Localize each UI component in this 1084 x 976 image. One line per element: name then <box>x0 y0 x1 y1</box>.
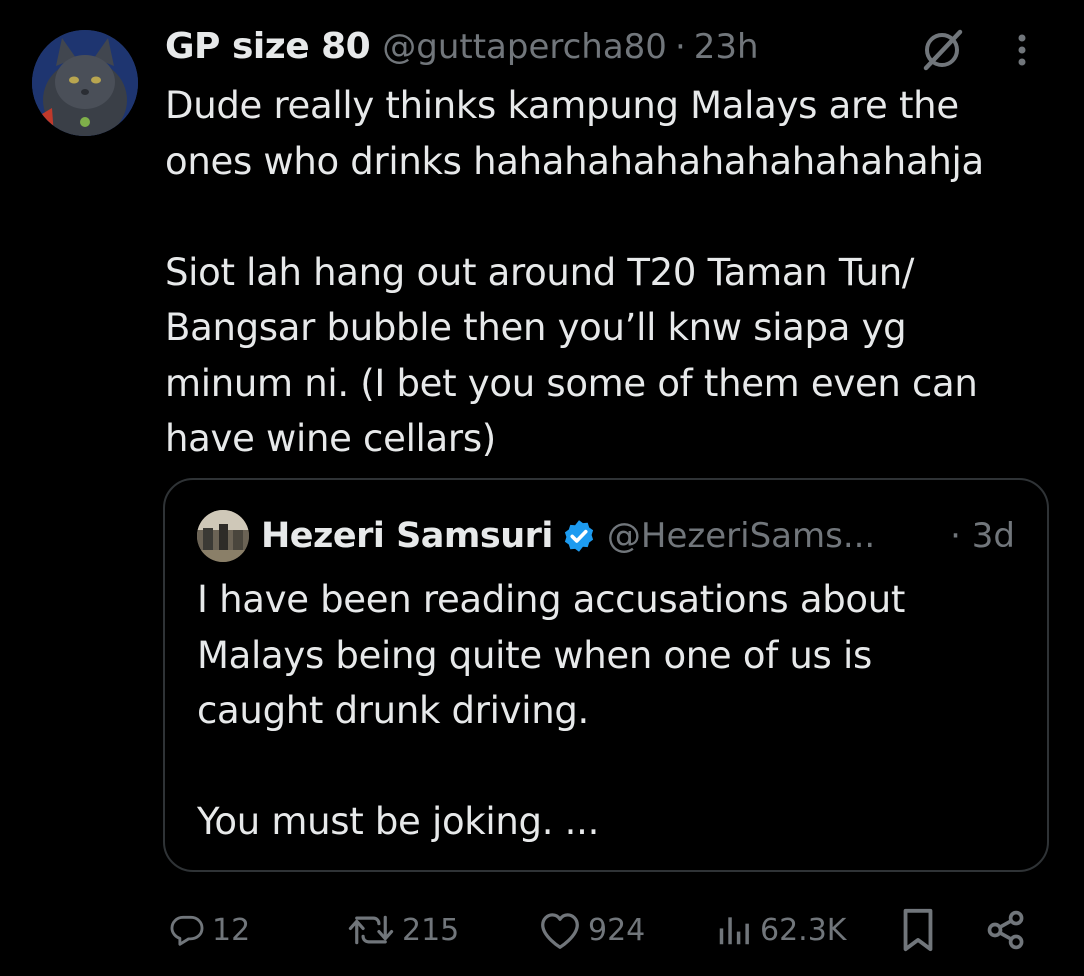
share-button[interactable] <box>984 900 1028 960</box>
views-chart-icon <box>719 917 749 945</box>
quoted-post-timestamp[interactable]: · 3d <box>950 510 1015 562</box>
views-button[interactable]: 62.3K <box>714 900 846 960</box>
bookmark-icon <box>903 908 933 952</box>
grok-icon[interactable] <box>918 28 966 72</box>
separator-dot: · <box>674 27 686 67</box>
bookmark-button[interactable] <box>898 900 938 960</box>
reply-icon <box>170 915 204 946</box>
repost-count: 215 <box>402 912 460 948</box>
quoted-tweet-text: I have been reading accusations about Ma… <box>197 578 906 843</box>
quoted-author-handle[interactable]: @HezeriSams... <box>607 516 875 556</box>
verified-badge-icon <box>564 520 593 552</box>
tweet-header: GP size 80 @guttapercha80 · 23h <box>165 26 759 76</box>
like-count: 924 <box>588 912 646 948</box>
like-button[interactable]: 924 <box>538 900 645 960</box>
more-icon[interactable] <box>1010 28 1034 72</box>
quoted-tweet[interactable]: Hezeri Samsuri @HezeriSams... · 3d I hav… <box>163 478 1049 872</box>
action-bar: 12 215 924 62.3K <box>0 900 1084 960</box>
quoted-author-avatar[interactable] <box>197 510 249 562</box>
post-timestamp[interactable]: 23h <box>694 27 759 67</box>
reply-count: 12 <box>212 912 251 948</box>
header-actions <box>918 28 1034 72</box>
reply-button[interactable]: 12 <box>168 900 250 960</box>
author-display-name[interactable]: GP size 80 <box>165 26 371 67</box>
tweet-text: Dude really thinks kampung Malays are th… <box>165 84 984 460</box>
views-count: 62.3K <box>760 912 847 948</box>
author-handle[interactable]: @guttapercha80 <box>382 27 667 67</box>
repost-button[interactable]: 215 <box>346 900 459 960</box>
share-icon <box>987 910 1024 950</box>
repost-icon <box>348 915 394 945</box>
heart-icon <box>541 913 579 949</box>
quoted-author-display-name[interactable]: Hezeri Samsuri <box>261 516 553 556</box>
photo-avatar-icon <box>197 510 249 562</box>
cat-avatar-icon <box>32 30 138 136</box>
tweet: GP size 80 @guttapercha80 · 23h Dude rea… <box>0 0 1084 976</box>
author-avatar[interactable] <box>32 30 138 136</box>
quoted-tweet-header: Hezeri Samsuri @HezeriSams... <box>261 510 875 562</box>
